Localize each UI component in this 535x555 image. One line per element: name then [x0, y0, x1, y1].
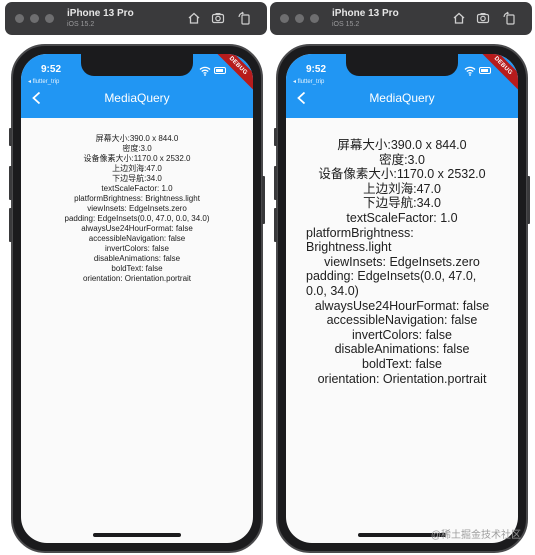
info-view-insets: viewInsets: EdgeInsets.zero [324, 254, 480, 269]
info-device-pixels: 设备像素大小:1170.0 x 2532.0 [83, 154, 191, 163]
volume-down-button [274, 208, 277, 242]
simulator-toolbar: iPhone 13 Pro iOS 15.2 [5, 2, 267, 35]
info-padding: padding: EdgeInsets(0.0, 47.0, 0.0, 34.0… [306, 269, 477, 298]
power-button [527, 176, 530, 224]
page-title: MediaQuery [104, 91, 170, 105]
os-version: iOS 15.2 [332, 21, 360, 28]
rotate-icon[interactable] [502, 11, 516, 25]
device-name: iPhone 13 Pro [67, 8, 134, 19]
phone-frame: 9:52 ◂ flutter_trip DEBUG MediaQuery 屏幕大… [9, 44, 265, 553]
os-version: iOS 15.2 [67, 21, 95, 28]
home-icon[interactable] [187, 11, 201, 25]
page-title: MediaQuery [369, 91, 435, 105]
info-bold-text: boldText: false [362, 356, 442, 371]
notch [81, 54, 193, 76]
wifi-icon [464, 66, 476, 76]
battery-icon [214, 67, 226, 74]
info-text-scale: textScaleFactor: 1.0 [346, 210, 458, 225]
phone-frame: 9:52 ◂ flutter_trip DEBUG MediaQuery 屏幕大… [274, 44, 530, 553]
info-24h-format: alwaysUse24HourFormat: false [314, 298, 490, 313]
volume-up-button [274, 166, 277, 200]
info-screen-size: 屏幕大小:390.0 x 844.0 [337, 138, 467, 152]
mute-switch [274, 128, 277, 146]
info-disable-animations: disableAnimations: false [334, 342, 470, 357]
info-device-pixels: 设备像素大小:1170.0 x 2532.0 [318, 167, 486, 182]
power-button [262, 176, 265, 224]
battery-icon [479, 67, 491, 74]
status-time: 9:52 [306, 64, 327, 75]
info-orientation: orientation: Orientation.portrait [317, 371, 487, 386]
app-bar: 9:52 ◂ flutter_trip DEBUG MediaQuery [21, 54, 253, 118]
phone-screen: 9:52 ◂ flutter_trip DEBUG MediaQuery 屏幕大… [21, 54, 253, 543]
info-padding: padding: EdgeInsets(0.0, 47.0, 0.0, 34.0… [64, 214, 210, 223]
info-screen-size: 屏幕大小:390.0 x 844.0 [95, 134, 179, 143]
close-window-button[interactable] [15, 14, 24, 23]
minimize-window-button[interactable] [30, 14, 39, 23]
home-icon[interactable] [452, 11, 466, 25]
media-query-info: 屏幕大小:390.0 x 844.0 密度:3.0 设备像素大小:1170.0 … [286, 118, 518, 386]
zoom-window-button[interactable] [45, 14, 54, 23]
mute-switch [9, 128, 12, 146]
simulator-toolbar: iPhone 13 Pro iOS 15.2 [270, 2, 532, 35]
info-view-insets: viewInsets: EdgeInsets.zero [87, 204, 187, 213]
info-brightness: platformBrightness: Brightness.light [306, 225, 414, 255]
volume-down-button [9, 208, 12, 242]
info-bottom-nav: 下边导航:34.0 [112, 174, 162, 183]
info-accessible-nav: accessibleNavigation: false [88, 234, 186, 243]
minimize-window-button[interactable] [295, 14, 304, 23]
info-bottom-nav: 下边导航:34.0 [363, 196, 441, 211]
phone-screen: 9:52 ◂ flutter_trip DEBUG MediaQuery 屏幕大… [286, 54, 518, 543]
info-top-notch: 上边刘海:47.0 [363, 181, 441, 196]
status-time: 9:52 [41, 64, 62, 75]
info-brightness: platformBrightness: Brightness.light [74, 194, 200, 203]
screenshot-icon[interactable] [211, 11, 225, 25]
info-top-notch: 上边刘海:47.0 [112, 164, 162, 173]
info-bold-text: boldText: false [111, 264, 163, 273]
stage: iPhone 13 Pro iOS 15.2 9:52 ◂ flutter_tr… [0, 0, 535, 555]
wifi-icon [199, 66, 211, 76]
close-window-button[interactable] [280, 14, 289, 23]
zoom-window-button[interactable] [310, 14, 319, 23]
simulator-right: iPhone 13 Pro iOS 15.2 9:52 ◂ flutter_tr… [268, 0, 534, 555]
media-query-info: 屏幕大小:390.0 x 844.0 密度:3.0 设备像素大小:1170.0 … [21, 118, 253, 284]
simulator-left: iPhone 13 Pro iOS 15.2 9:52 ◂ flutter_tr… [3, 0, 269, 555]
info-disable-animations: disableAnimations: false [93, 254, 181, 263]
screenshot-icon[interactable] [476, 11, 490, 25]
info-invert-colors: invertColors: false [104, 244, 170, 253]
watermark: @稀土掘金技术社区 [430, 530, 521, 541]
device-name: iPhone 13 Pro [332, 8, 399, 19]
back-to-app-link[interactable]: ◂ flutter_trip [293, 78, 324, 85]
info-text-scale: textScaleFactor: 1.0 [101, 184, 173, 193]
info-density: 密度:3.0 [122, 144, 152, 153]
back-to-app-link[interactable]: ◂ flutter_trip [28, 78, 59, 85]
info-density: 密度:3.0 [379, 152, 425, 167]
rotate-icon[interactable] [237, 11, 251, 25]
notch [346, 54, 458, 76]
info-invert-colors: invertColors: false [351, 327, 453, 342]
home-indicator[interactable] [93, 533, 181, 537]
info-orientation: orientation: Orientation.portrait [82, 274, 192, 283]
info-accessible-nav: accessibleNavigation: false [326, 313, 478, 328]
app-bar: 9:52 ◂ flutter_trip DEBUG MediaQuery [286, 54, 518, 118]
info-24h-format: alwaysUse24HourFormat: false [81, 224, 193, 233]
volume-up-button [9, 166, 12, 200]
